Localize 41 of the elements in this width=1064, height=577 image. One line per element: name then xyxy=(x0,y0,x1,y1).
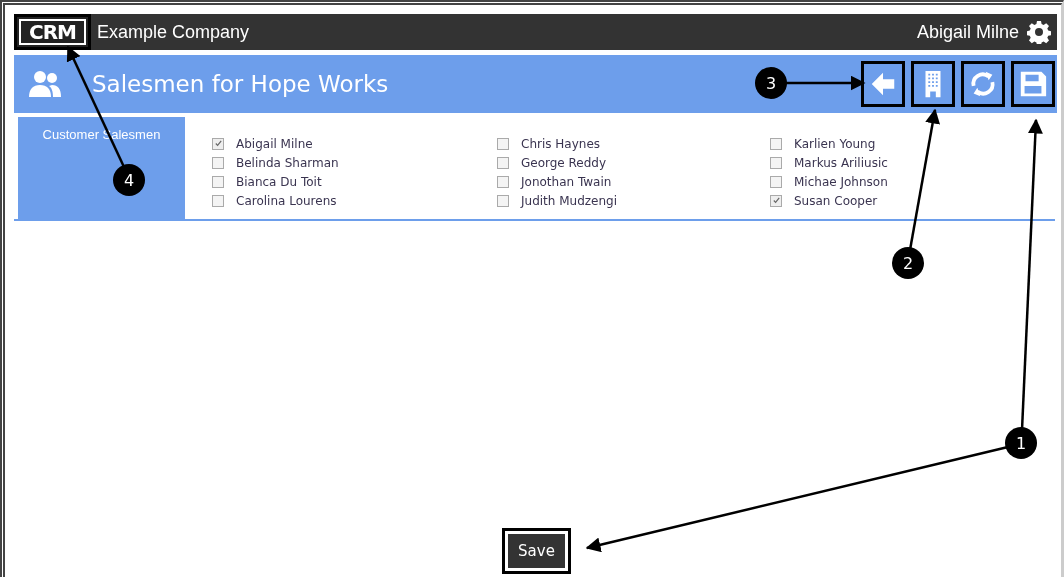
checkbox[interactable] xyxy=(212,175,224,188)
logo[interactable]: CRM xyxy=(14,14,91,50)
salesman-name: Abigail Milne xyxy=(236,136,313,151)
settings-icon[interactable] xyxy=(1027,20,1051,44)
page-title: Salesmen for Hope Works xyxy=(92,71,389,97)
salesman-name: Judith Mudzengi xyxy=(521,193,618,208)
salesman-name: Belinda Sharman xyxy=(236,155,339,170)
checkbox[interactable] xyxy=(497,194,509,207)
checkbox[interactable] xyxy=(770,137,782,150)
people-icon xyxy=(28,69,62,99)
callout-badge: 3 xyxy=(755,67,787,99)
user-name[interactable]: Abigail Milne xyxy=(916,21,1019,43)
back-button[interactable] xyxy=(861,61,905,107)
callout-badge: 4 xyxy=(113,164,145,196)
checkbox[interactable] xyxy=(770,194,782,207)
salesman-name: Karlien Young xyxy=(794,136,876,151)
salesman-name: Carolina Lourens xyxy=(236,193,337,208)
checkbox[interactable] xyxy=(497,175,509,188)
checkbox[interactable] xyxy=(770,156,782,169)
refresh-icon xyxy=(968,69,998,99)
salesman-name: Bianca Du Toit xyxy=(236,174,322,189)
callout-badge: 2 xyxy=(892,247,924,279)
save-icon xyxy=(1018,69,1048,99)
salesman-name: Jonothan Twain xyxy=(521,174,612,189)
checkbox[interactable] xyxy=(497,137,509,150)
checkbox[interactable] xyxy=(770,175,782,188)
building-button[interactable] xyxy=(911,61,955,107)
save-button[interactable]: Save xyxy=(505,531,568,571)
checkbox[interactable] xyxy=(497,156,509,169)
salesman-name: George Reddy xyxy=(521,155,607,170)
checkbox[interactable] xyxy=(212,137,224,150)
salesman-name: Markus Ariliusic xyxy=(794,155,888,170)
salesman-name: Chris Haynes xyxy=(521,136,601,151)
salesman-name: Susan Cooper xyxy=(794,193,878,208)
checkbox[interactable] xyxy=(212,194,224,207)
company-name: Example Company xyxy=(97,21,250,43)
checkbox[interactable] xyxy=(212,156,224,169)
refresh-button[interactable] xyxy=(961,61,1005,107)
salesman-name: Michae Johnson xyxy=(794,174,888,189)
callout-badge: 1 xyxy=(1005,427,1037,459)
save-button[interactable] xyxy=(1011,61,1055,107)
